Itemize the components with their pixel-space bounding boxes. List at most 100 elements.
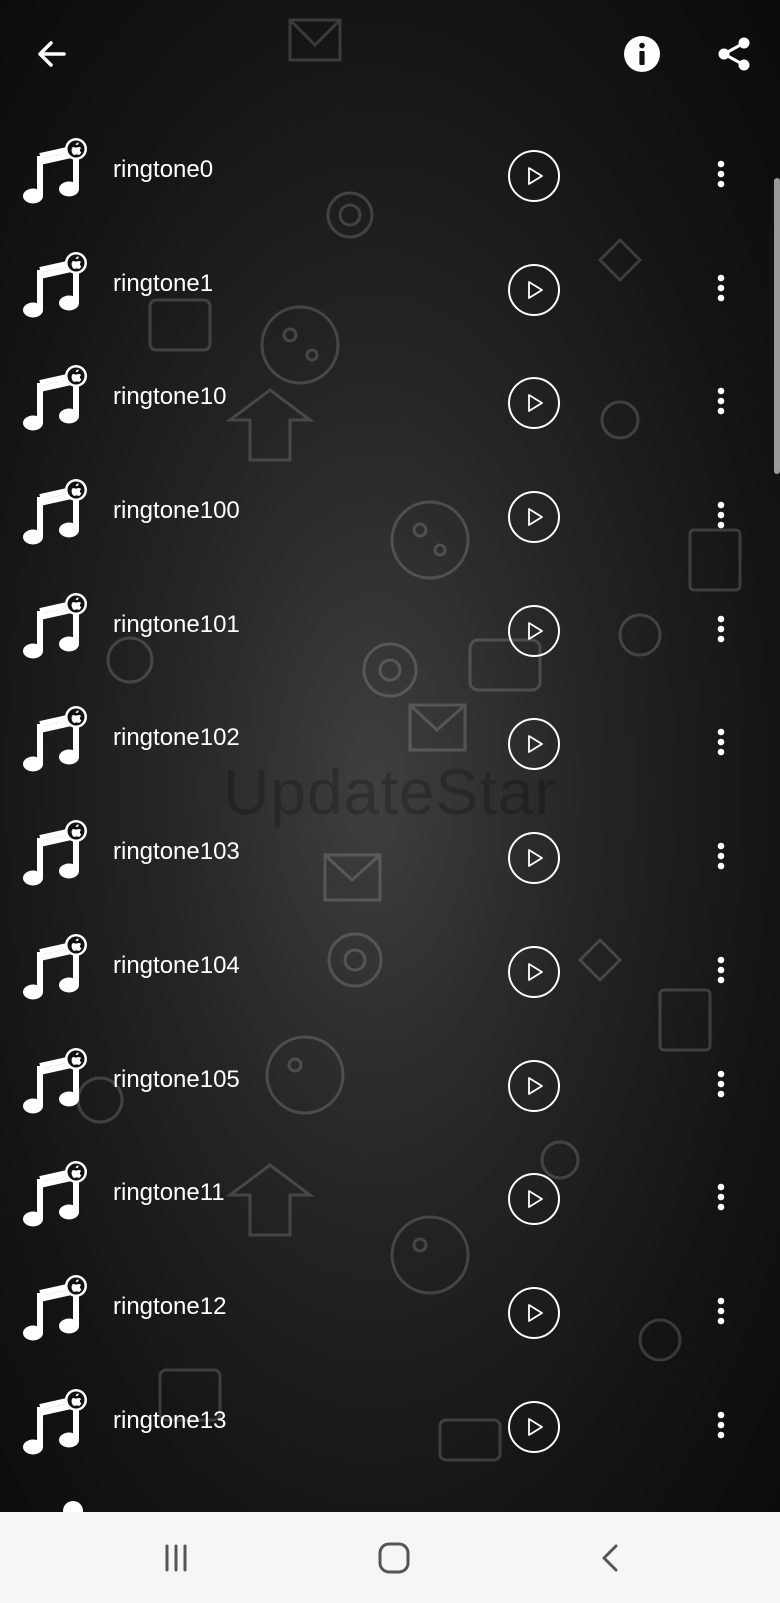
ringtone-list-item[interactable]: ringtone100 <box>0 461 780 575</box>
ringtone-list-item[interactable]: ringtone101 <box>0 575 780 689</box>
home-button[interactable] <box>366 1530 422 1586</box>
more-vert-icon <box>717 1070 725 1097</box>
top-app-bar <box>0 0 780 110</box>
nav-back-button[interactable] <box>584 1530 640 1586</box>
play-icon <box>528 394 543 413</box>
music-note-icon <box>20 251 92 324</box>
app-screen: UpdateStar ringtone0 ringtone1 ringtone1… <box>0 0 780 1512</box>
more-options-button[interactable] <box>706 718 736 766</box>
more-vert-icon <box>717 956 725 984</box>
ringtone-list-item[interactable]: ringtone11 <box>0 1143 780 1257</box>
ringtone-title: ringtone102 <box>113 724 240 752</box>
music-note-icon <box>20 1274 92 1347</box>
ringtone-title: ringtone13 <box>113 1406 227 1434</box>
ringtone-title: ringtone11 <box>113 1179 225 1207</box>
ringtone-list-item[interactable]: ringtone1 <box>0 234 780 348</box>
play-icon <box>528 1190 543 1209</box>
info-button[interactable] <box>612 24 672 84</box>
ringtone-title: ringtone105 <box>113 1065 240 1093</box>
more-options-button[interactable] <box>706 946 736 994</box>
ringtone-title: ringtone104 <box>113 951 240 979</box>
partial-list-item <box>62 1500 84 1512</box>
ringtone-list: ringtone0 ringtone1 ringtone10 ringtone1… <box>0 120 780 1484</box>
more-vert-icon <box>717 729 725 756</box>
more-vert-icon <box>717 160 725 188</box>
more-vert-icon <box>717 615 725 643</box>
home-icon <box>378 1542 410 1574</box>
play-button[interactable] <box>508 150 560 202</box>
play-button[interactable] <box>508 1400 560 1453</box>
play-button[interactable] <box>508 491 560 544</box>
music-note-icon <box>20 933 92 1006</box>
ringtone-title: ringtone0 <box>113 156 214 183</box>
more-vert-icon <box>717 274 725 301</box>
play-button[interactable] <box>508 1059 560 1112</box>
music-note-icon <box>20 1388 92 1461</box>
music-note-icon <box>20 706 92 778</box>
play-button[interactable] <box>508 1286 560 1339</box>
more-vert-icon <box>717 1183 725 1211</box>
play-icon <box>528 280 543 299</box>
ringtone-title: ringtone10 <box>113 383 227 411</box>
ringtone-list-item[interactable]: ringtone105 <box>0 1030 780 1144</box>
music-note-icon <box>20 138 92 210</box>
info-icon <box>624 36 660 72</box>
play-icon <box>528 1303 543 1322</box>
music-note-icon <box>20 479 92 551</box>
more-vert-icon <box>717 501 725 529</box>
ringtone-list-item[interactable]: ringtone103 <box>0 802 780 916</box>
music-note-icon <box>20 1161 92 1233</box>
play-icon <box>528 508 543 526</box>
ringtone-list-item[interactable]: ringtone10 <box>0 347 780 461</box>
play-button[interactable] <box>508 263 560 316</box>
arrow-left-icon <box>38 41 66 67</box>
play-icon <box>528 1417 543 1436</box>
play-button[interactable] <box>508 832 560 885</box>
play-icon <box>528 849 543 868</box>
ringtone-title: ringtone1 <box>113 269 214 297</box>
ringtone-list-item[interactable]: ringtone104 <box>0 916 780 1030</box>
more-options-button[interactable] <box>706 1287 736 1335</box>
ringtone-list-item[interactable]: ringtone102 <box>0 688 780 802</box>
recents-button[interactable] <box>148 1530 204 1586</box>
play-button[interactable] <box>508 945 560 998</box>
more-options-button[interactable] <box>706 1173 736 1221</box>
play-button[interactable] <box>508 604 560 657</box>
play-icon <box>528 735 543 754</box>
play-icon <box>528 1076 543 1095</box>
more-vert-icon <box>717 1297 725 1325</box>
play-button[interactable] <box>508 377 560 430</box>
recents-icon <box>165 1544 187 1572</box>
share-icon <box>718 37 750 71</box>
ringtone-list-item[interactable]: ringtone0 <box>0 120 780 234</box>
more-options-button[interactable] <box>706 1060 736 1108</box>
more-options-button[interactable] <box>706 832 736 880</box>
nav-back-icon <box>602 1544 618 1572</box>
play-icon <box>528 621 543 640</box>
music-note-icon <box>20 592 92 665</box>
more-vert-icon <box>717 842 725 870</box>
ringtone-list-item[interactable]: ringtone13 <box>0 1371 780 1485</box>
more-options-button[interactable] <box>706 605 736 653</box>
more-vert-icon <box>717 1411 725 1438</box>
share-button[interactable] <box>704 24 764 84</box>
music-note-icon <box>20 820 92 892</box>
more-options-button[interactable] <box>706 491 736 539</box>
music-note-icon <box>20 1047 92 1120</box>
ringtone-title: ringtone103 <box>113 838 240 866</box>
back-button[interactable] <box>22 24 82 84</box>
play-button[interactable] <box>508 1173 560 1226</box>
music-note-icon <box>20 365 92 437</box>
ringtone-title: ringtone12 <box>113 1292 227 1320</box>
system-navigation-bar <box>0 1512 780 1603</box>
more-options-button[interactable] <box>706 150 736 198</box>
ringtone-title: ringtone101 <box>113 610 240 638</box>
play-button[interactable] <box>508 718 560 771</box>
play-icon <box>528 962 543 981</box>
more-options-button[interactable] <box>706 377 736 425</box>
more-vert-icon <box>717 388 725 415</box>
ringtone-list-item[interactable]: ringtone12 <box>0 1257 780 1371</box>
more-options-button[interactable] <box>706 1401 736 1449</box>
ringtone-title: ringtone100 <box>113 497 240 525</box>
more-options-button[interactable] <box>706 264 736 312</box>
